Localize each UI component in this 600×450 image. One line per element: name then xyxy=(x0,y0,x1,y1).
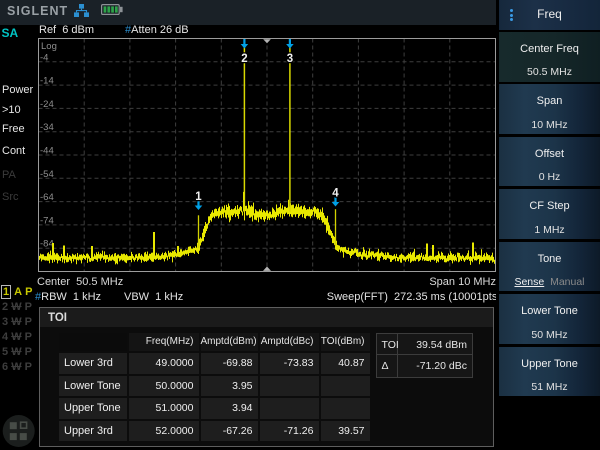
svg-text:-4: -4 xyxy=(40,52,48,63)
svg-text:-54: -54 xyxy=(40,169,54,180)
svg-text:Log: Log xyxy=(41,41,57,52)
svg-text:-74: -74 xyxy=(40,215,54,226)
svg-text:-84: -84 xyxy=(40,239,54,250)
svg-text:1: 1 xyxy=(195,191,202,203)
svg-text:3: 3 xyxy=(287,53,293,65)
svg-text:-14: -14 xyxy=(40,76,54,87)
svg-text:-44: -44 xyxy=(40,146,54,157)
svg-text:4: 4 xyxy=(332,188,339,200)
svg-text:2: 2 xyxy=(241,53,247,65)
svg-text:-24: -24 xyxy=(40,99,54,110)
svg-text:-34: -34 xyxy=(40,122,54,133)
svg-text:-64: -64 xyxy=(40,192,54,203)
